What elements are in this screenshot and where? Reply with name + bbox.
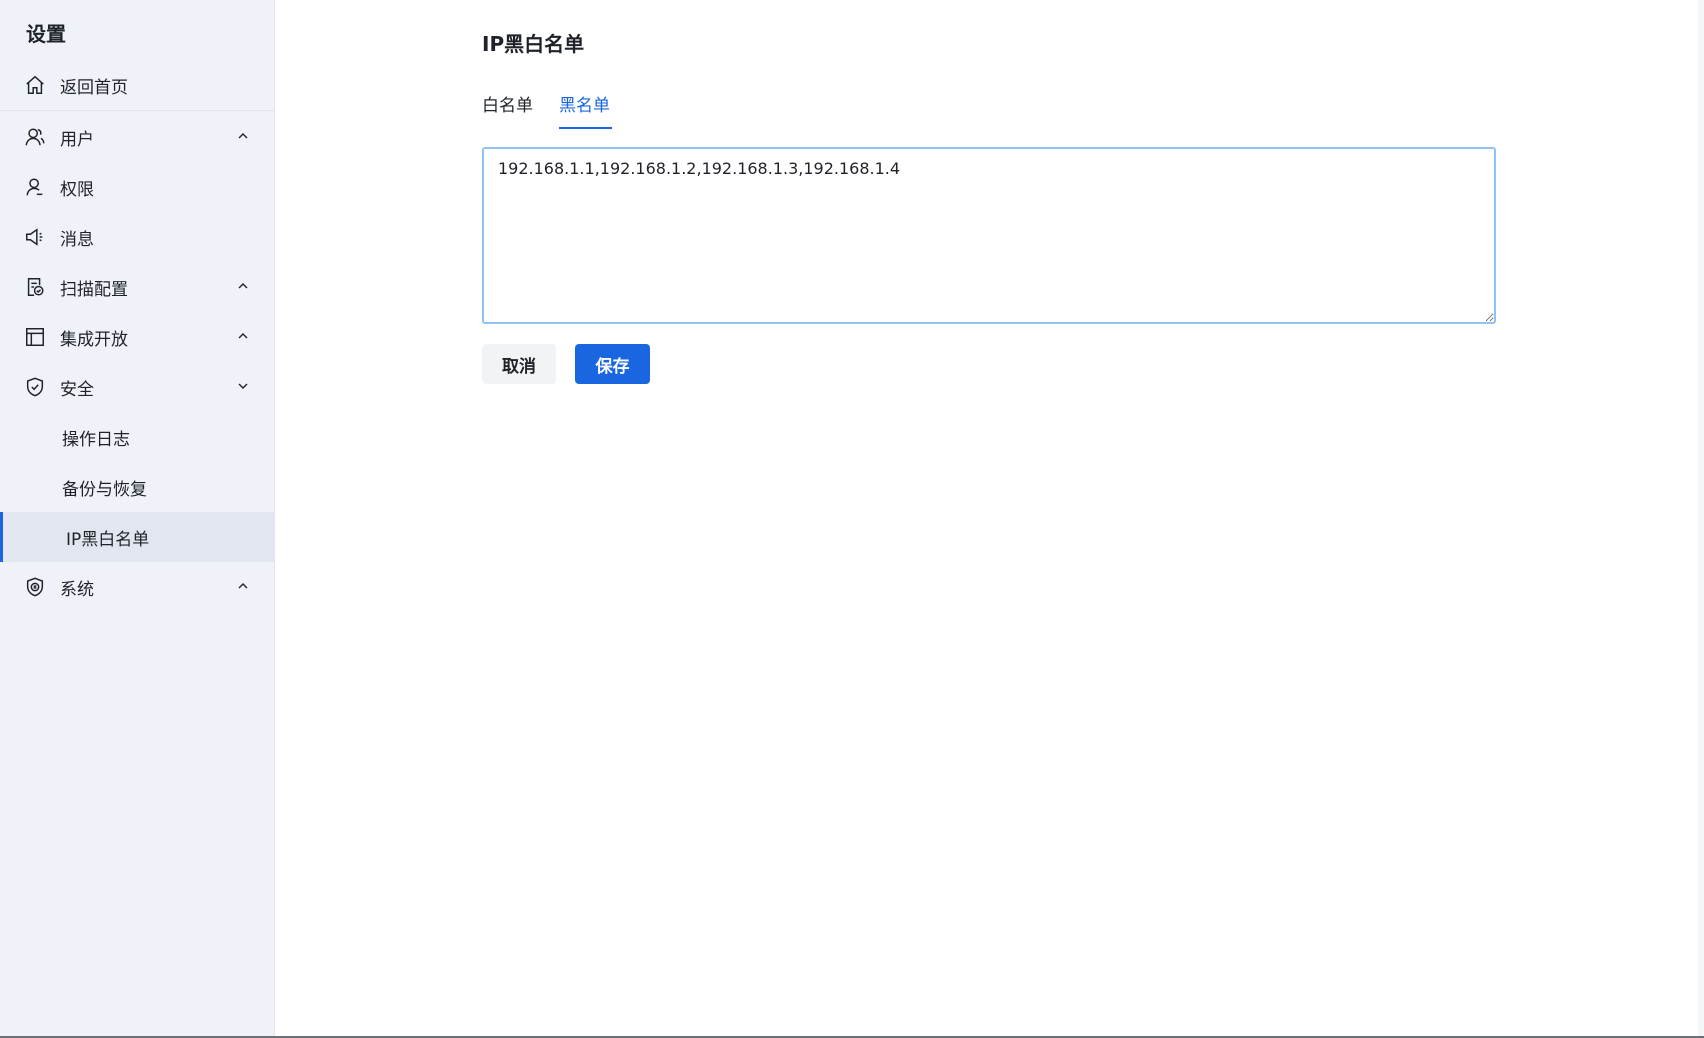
sidebar-item-operation-log[interactable]: 操作日志 (0, 412, 274, 462)
user-icon (26, 178, 43, 196)
active-tab-underline (559, 127, 612, 129)
sidebar-item-label: 备份与恢复 (62, 479, 147, 500)
layout-icon (26, 328, 44, 346)
megaphone-icon (26, 228, 43, 246)
sidebar-item-label: IP黑白名单 (66, 529, 150, 550)
sidebar-item-permissions[interactable]: 权限 (0, 162, 274, 212)
sidebar-item-label: 集成开放 (60, 329, 128, 350)
sidebar-item-label: 扫描配置 (60, 279, 128, 300)
sidebar-item-home[interactable]: 返回首页 (0, 60, 274, 110)
sidebar-divider (0, 110, 274, 111)
chevron-up-icon (238, 333, 248, 339)
sidebar-item-messages[interactable]: 消息 (0, 212, 274, 262)
cancel-button[interactable]: 取消 (482, 344, 556, 384)
chevron-down-icon (238, 383, 248, 389)
sidebar-item-label: 返回首页 (60, 77, 128, 98)
tab-blacklist[interactable]: 黑名单 (559, 91, 610, 116)
shield-cert-icon (26, 577, 44, 597)
ip-list-textarea[interactable]: 192.168.1.1,192.168.1.2,192.168.1.3,192.… (482, 147, 1496, 324)
users-icon (25, 128, 45, 146)
sidebar-title: 设置 (26, 22, 66, 46)
sidebar-item-label: 消息 (60, 229, 94, 250)
sidebar: 设置 返回首页 用户 权限 消息 扫描配置 集成开放 安全 操作日志 备份与恢复… (0, 0, 275, 1038)
chevron-up-icon (238, 133, 248, 139)
save-button[interactable]: 保存 (575, 344, 650, 384)
tab-whitelist[interactable]: 白名单 (482, 91, 533, 116)
home-icon (26, 75, 44, 94)
chevron-up-icon (238, 583, 248, 589)
window-edge (1698, 0, 1704, 1038)
shield-check-icon (26, 377, 44, 397)
sidebar-item-scan-config[interactable]: 扫描配置 (0, 262, 274, 312)
sidebar-item-users[interactable]: 用户 (0, 112, 274, 162)
sidebar-item-label: 操作日志 (62, 429, 130, 450)
page-title: IP黑白名单 (482, 32, 585, 56)
chevron-up-icon (238, 283, 248, 289)
sidebar-item-label: 安全 (60, 379, 94, 400)
active-indicator (0, 512, 3, 562)
sidebar-item-ip-list[interactable]: IP黑白名单 (0, 512, 274, 562)
sidebar-item-label: 权限 (60, 179, 94, 200)
sidebar-item-label: 用户 (60, 129, 94, 150)
sidebar-item-security[interactable]: 安全 (0, 362, 274, 412)
sidebar-item-integration[interactable]: 集成开放 (0, 312, 274, 362)
sidebar-item-system[interactable]: 系统 (0, 562, 274, 612)
sidebar-item-backup-restore[interactable]: 备份与恢复 (0, 462, 274, 512)
sidebar-item-label: 系统 (60, 579, 94, 600)
scan-doc-icon (27, 278, 44, 296)
